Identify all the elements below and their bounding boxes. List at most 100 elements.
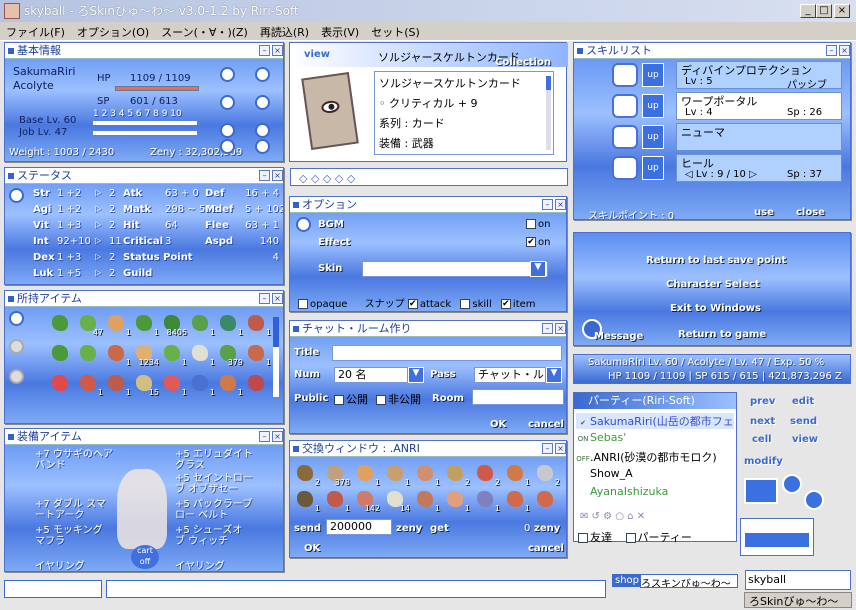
inventory-item[interactable]: 1 (217, 373, 243, 397)
status-circle-button[interactable] (220, 67, 235, 82)
status-toggle-button[interactable] (9, 188, 24, 203)
minimize-icon[interactable]: – (542, 443, 553, 454)
inventory-item[interactable] (49, 313, 75, 337)
trade-item[interactable]: 2 (534, 463, 560, 487)
party-member[interactable]: ON Sebas' (576, 431, 734, 447)
scrollbar[interactable] (273, 317, 279, 397)
trade-ok-button[interactable]: OK (304, 543, 320, 554)
trade-item[interactable]: 1 (324, 489, 350, 513)
party-member[interactable]: OFF.ANRI(砂漠の都市モロク) (576, 449, 734, 465)
menu-view[interactable]: 表示(V) (315, 22, 365, 42)
item-checkbox[interactable]: ✔ item (500, 299, 536, 310)
close-icon[interactable]: × (839, 45, 850, 56)
stat-increase-icon[interactable]: ▷ (95, 252, 101, 261)
menu-reload[interactable]: 再読込(R) (254, 22, 315, 42)
scrollbar[interactable] (546, 76, 551, 150)
app-icon[interactable] (4, 3, 20, 19)
chevron-down-icon[interactable]: ▼ (408, 367, 424, 383)
inventory-item[interactable]: 1 (161, 373, 187, 397)
skill-up-button[interactable]: up (642, 156, 664, 180)
close-icon[interactable]: × (555, 443, 566, 454)
pass-select[interactable]: チャット・ルー (474, 367, 546, 383)
inventory-item[interactable]: 379 (217, 343, 243, 367)
friend-tab[interactable]: 友達 (578, 531, 612, 544)
close-button[interactable]: close (796, 207, 825, 218)
trade-item[interactable]: 1 (504, 463, 530, 487)
effect-on-checkbox[interactable]: ✔ on (526, 237, 550, 248)
party-member[interactable]: Show_A (576, 467, 734, 483)
close-icon[interactable]: × (272, 293, 283, 304)
prev-button[interactable]: prev (750, 396, 775, 407)
chevron-down-icon[interactable]: ▼ (530, 261, 546, 277)
close-icon[interactable]: × (555, 323, 566, 334)
close-icon[interactable]: × (555, 199, 566, 210)
stat-increase-icon[interactable]: ▷ (95, 268, 101, 277)
skill-up-button[interactable]: up (642, 63, 664, 87)
option-circle-button[interactable] (255, 139, 270, 154)
trade-item[interactable]: 1 (384, 463, 410, 487)
collection-button[interactable]: Collection (495, 57, 551, 68)
equip-garment[interactable]: +5 モッキング マフラ (35, 525, 115, 547)
attack-checkbox[interactable]: ✔ attack (407, 299, 451, 310)
return-game-button[interactable]: Return to game (678, 329, 766, 340)
inventory-item[interactable]: 1 (189, 373, 215, 397)
trade-item[interactable]: 1 (414, 489, 440, 513)
character-select-button[interactable]: Character Select (666, 279, 760, 290)
num-select[interactable]: 20 名 (334, 367, 408, 383)
p-icon[interactable] (804, 490, 824, 510)
minimap-box[interactable] (744, 478, 778, 504)
trade-item[interactable]: 2 (444, 463, 470, 487)
cancel-button[interactable]: cancel (528, 419, 564, 430)
inventory-item[interactable] (77, 343, 103, 367)
opaque-checkbox[interactable]: opaque (298, 299, 347, 310)
use-button[interactable]: use (754, 207, 774, 218)
room-input[interactable] (472, 389, 564, 405)
minimize-icon[interactable]: – (259, 431, 270, 442)
skill-entry[interactable]: ニューマ (676, 123, 842, 151)
public-radio[interactable]: 公開 (334, 391, 368, 407)
inventory-tab-button[interactable] (9, 339, 24, 354)
inventory-item[interactable]: 1 (161, 343, 187, 367)
trade-cancel-button[interactable]: cancel (528, 543, 564, 554)
inventory-item[interactable]: 1 (133, 313, 159, 337)
equip-circle-button[interactable] (255, 67, 270, 82)
stat-increase-icon[interactable]: ▷ (95, 188, 101, 197)
skill-entry[interactable]: ワープポータル Lv : 4 Sp : 26 (676, 92, 842, 120)
send-zeny-input[interactable]: 200000 (326, 519, 392, 535)
minimize-icon[interactable]: – (259, 45, 270, 56)
inventory-item[interactable]: 1 (77, 373, 103, 397)
inventory-item[interactable]: 47 (77, 313, 103, 337)
chevron-down-icon[interactable]: ▼ (546, 367, 562, 383)
trade-item[interactable]: 1 (474, 489, 500, 513)
message-button[interactable]: Message (594, 331, 643, 342)
party-circle-button[interactable] (255, 123, 270, 138)
equip-accessory-right[interactable]: イヤリング (175, 557, 225, 571)
close-icon[interactable]: × (272, 45, 283, 56)
trade-item[interactable]: 1 (294, 489, 320, 513)
bgm-on-checkbox[interactable]: on (526, 219, 550, 230)
view-button[interactable]: view (792, 434, 818, 445)
trade-item[interactable] (534, 489, 560, 513)
minimize-button[interactable]: _ (800, 4, 816, 18)
minimize-icon[interactable]: – (259, 170, 270, 181)
send-button[interactable]: send (790, 416, 817, 427)
skin-select[interactable] (362, 261, 548, 277)
ok-button[interactable]: OK (490, 419, 506, 430)
inventory-item[interactable]: 1 (105, 343, 131, 367)
inventory-item[interactable] (49, 373, 75, 397)
cell-button[interactable]: cell (752, 434, 772, 445)
inventory-item[interactable]: 1 (245, 313, 271, 337)
equip-shield[interactable]: +5 パックラーブロー ベルト (175, 499, 255, 521)
inventory-item[interactable]: 1 (105, 373, 131, 397)
stat-increase-icon[interactable]: ▷ (95, 236, 101, 245)
minimize-icon[interactable]: – (826, 45, 837, 56)
bgm-toggle-button[interactable] (296, 217, 311, 232)
minimize-icon[interactable]: – (259, 293, 270, 304)
skill-up-button[interactable]: up (642, 94, 664, 118)
up-icon[interactable] (782, 474, 802, 494)
modify-button[interactable]: modify (744, 456, 783, 467)
chat-input[interactable] (106, 580, 606, 598)
cart-off-button[interactable]: cart off (131, 545, 159, 569)
trade-item[interactable]: 14 (384, 489, 410, 513)
trade-item[interactable]: 1 (354, 463, 380, 487)
